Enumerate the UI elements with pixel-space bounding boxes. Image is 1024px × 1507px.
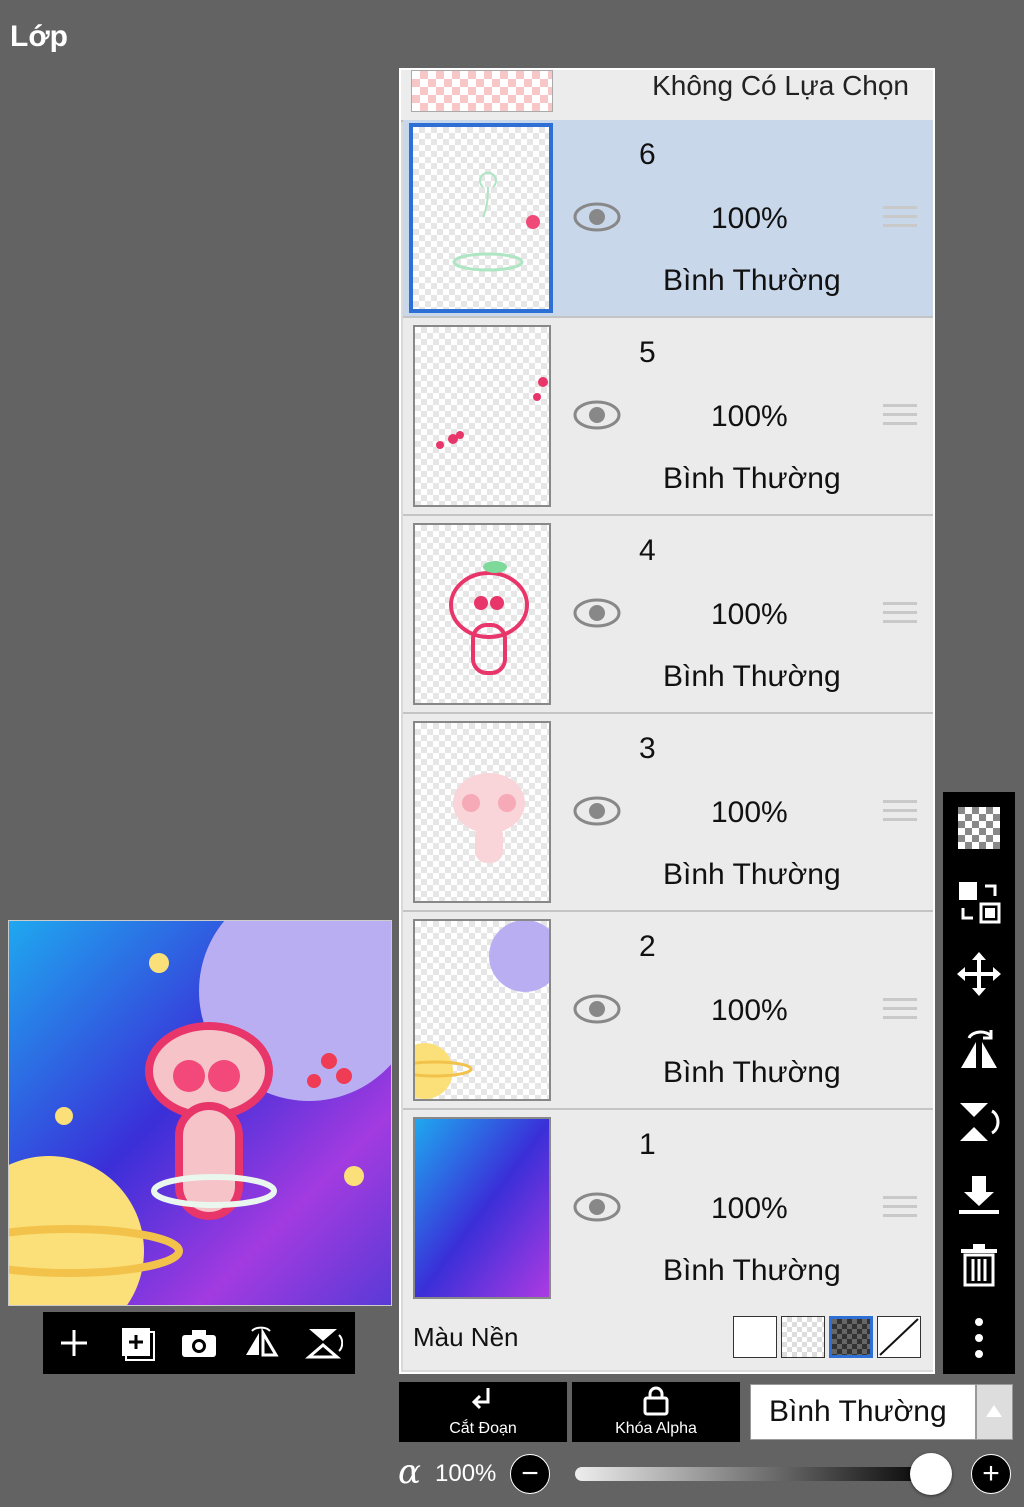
blend-mode-select[interactable]: Bình Thường: [750, 1384, 976, 1440]
alpha-lock-button[interactable]: Khóa Alpha: [572, 1382, 740, 1442]
eye-icon[interactable]: [573, 992, 621, 1026]
layer-number: 4: [639, 534, 656, 567]
layer-opacity: 100%: [711, 400, 788, 433]
layer-opacity: 100%: [711, 994, 788, 1027]
merge-down-icon[interactable]: [955, 1172, 1003, 1220]
eye-icon[interactable]: [573, 596, 621, 630]
layer-row[interactable]: 2 100% Bình Thường: [403, 912, 933, 1110]
layer-blend-mode: Bình Thường: [663, 660, 841, 693]
canvas-toolbar: [43, 1312, 355, 1374]
layer-blend-mode: Bình Thường: [663, 1254, 841, 1287]
eye-icon[interactable]: [573, 200, 621, 234]
layer-opacity: 100%: [711, 598, 788, 631]
flip-horizontal-icon[interactable]: [238, 1320, 284, 1366]
add-layer-icon[interactable]: [51, 1320, 97, 1366]
canvas-preview[interactable]: [8, 920, 392, 1306]
eye-icon[interactable]: [573, 1190, 621, 1224]
clipping-label: Cắt Đoạn: [449, 1420, 517, 1437]
background-color-label: Màu Nền: [413, 1322, 519, 1352]
layer-thumbnail: [413, 1117, 551, 1299]
selection-thumbnail: [411, 70, 553, 112]
layer-tools-bar: [943, 792, 1015, 1374]
drag-handle-icon[interactable]: [883, 800, 917, 826]
eye-icon[interactable]: [573, 794, 621, 828]
layer-opacity: 100%: [711, 1192, 788, 1225]
alpha-slider-knob[interactable]: [910, 1453, 952, 1495]
drag-handle-icon[interactable]: [883, 206, 917, 232]
alpha-symbol: α: [398, 1452, 421, 1492]
background-color-row: Màu Nền: [403, 1304, 933, 1370]
alpha-increase-button[interactable]: +: [971, 1454, 1011, 1494]
layer-blend-mode: Bình Thường: [663, 1056, 841, 1089]
selection-label: Không Có Lựa Chọn: [652, 70, 909, 101]
layer-row[interactable]: 6 100% Bình Thường: [403, 120, 933, 318]
flip-horizontal-icon[interactable]: [955, 1024, 1003, 1072]
alpha-decrease-button[interactable]: −: [510, 1454, 550, 1494]
transparency-icon[interactable]: [955, 804, 1003, 852]
layer-blend-mode: Bình Thường: [663, 462, 841, 495]
layer-thumbnail: [413, 325, 551, 507]
layer-number: 1: [639, 1128, 656, 1161]
layer-blend-mode: Bình Thường: [663, 858, 841, 891]
blend-mode-arrow-icon[interactable]: [976, 1384, 1013, 1440]
layer-opacity: 100%: [711, 202, 788, 235]
layer-number: 2: [639, 930, 656, 963]
layer-list: Không Có Lựa Chọn 6 100% Bình Thường 5 1…: [399, 68, 935, 1374]
layer-row[interactable]: 1 100% Bình Thường: [403, 1110, 933, 1308]
none-swatch[interactable]: [877, 1316, 921, 1358]
alpha-slider[interactable]: [575, 1467, 935, 1481]
drag-handle-icon[interactable]: [883, 404, 917, 430]
add-image-layer-icon[interactable]: [114, 1320, 160, 1366]
layer-thumbnail: [409, 123, 553, 313]
lock-icon: [643, 1386, 669, 1416]
drag-handle-icon[interactable]: [883, 1196, 917, 1222]
panel-title: Lớp: [10, 20, 68, 53]
eye-icon[interactable]: [573, 398, 621, 432]
flip-vertical-icon[interactable]: [955, 1098, 1003, 1146]
selection-layer-row[interactable]: Không Có Lựa Chọn: [401, 70, 933, 122]
drag-handle-icon[interactable]: [883, 998, 917, 1024]
canvas-artwork: [9, 921, 391, 1305]
dark-checker-swatch[interactable]: [829, 1316, 873, 1358]
white-swatch[interactable]: [733, 1316, 777, 1358]
layer-opacity: 100%: [711, 796, 788, 829]
layer-number: 3: [639, 732, 656, 765]
layer-thumbnail: [413, 721, 551, 903]
alpha-lock-label: Khóa Alpha: [615, 1420, 697, 1437]
camera-icon[interactable]: [176, 1320, 222, 1366]
layer-number: 6: [639, 138, 656, 171]
alpha-value: 100%: [435, 1460, 497, 1487]
layer-row[interactable]: 4 100% Bình Thường: [403, 516, 933, 714]
layer-thumbnail: [413, 523, 551, 705]
trash-icon[interactable]: [955, 1242, 1003, 1290]
flip-vertical-icon[interactable]: [301, 1320, 347, 1366]
layer-row[interactable]: 3 100% Bình Thường: [403, 714, 933, 912]
move-icon[interactable]: [955, 950, 1003, 998]
layer-number: 5: [639, 336, 656, 369]
transparent-swatch[interactable]: [781, 1316, 825, 1358]
layer-thumbnail: [413, 919, 551, 1101]
clipping-button[interactable]: Cắt Đoạn: [399, 1382, 567, 1442]
more-icon[interactable]: [955, 1314, 1003, 1362]
layer-blend-mode: Bình Thường: [663, 264, 841, 297]
swap-layers-icon[interactable]: [955, 878, 1003, 926]
drag-handle-icon[interactable]: [883, 602, 917, 628]
layer-row[interactable]: 5 100% Bình Thường: [403, 318, 933, 516]
clipping-icon: [471, 1388, 490, 1410]
